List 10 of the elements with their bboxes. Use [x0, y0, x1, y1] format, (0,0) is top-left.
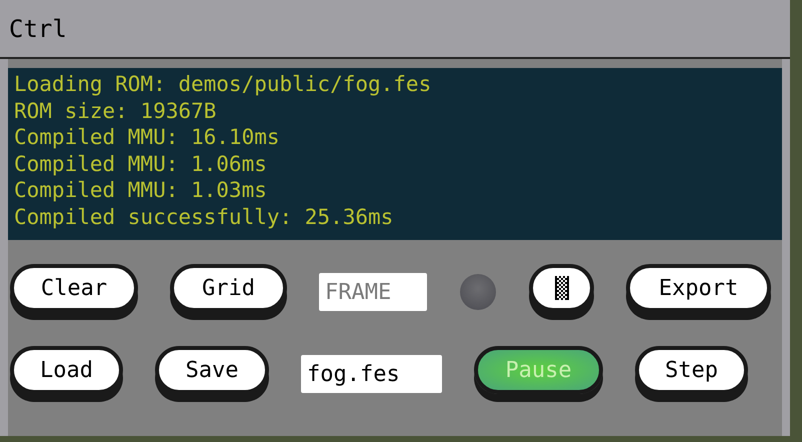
log-line: Compiled MMU: 1.03ms: [14, 177, 268, 204]
window-title: Ctrl: [9, 14, 67, 42]
log-line: ROM size: 19367B: [14, 98, 218, 124]
log-line: Compiled MMU: 1.06ms: [14, 150, 268, 177]
input-field[interactable]: fog.fes: [301, 355, 442, 393]
checker-icon: [554, 276, 568, 300]
input-field[interactable]: FRAME: [319, 273, 427, 311]
log-line: Compiled MMU: 16.10ms: [14, 124, 281, 150]
log-line: Loading ROM: demos/public/fog.fes: [14, 71, 432, 98]
log-line: Compiled successfully: 25.36ms: [14, 204, 394, 230]
